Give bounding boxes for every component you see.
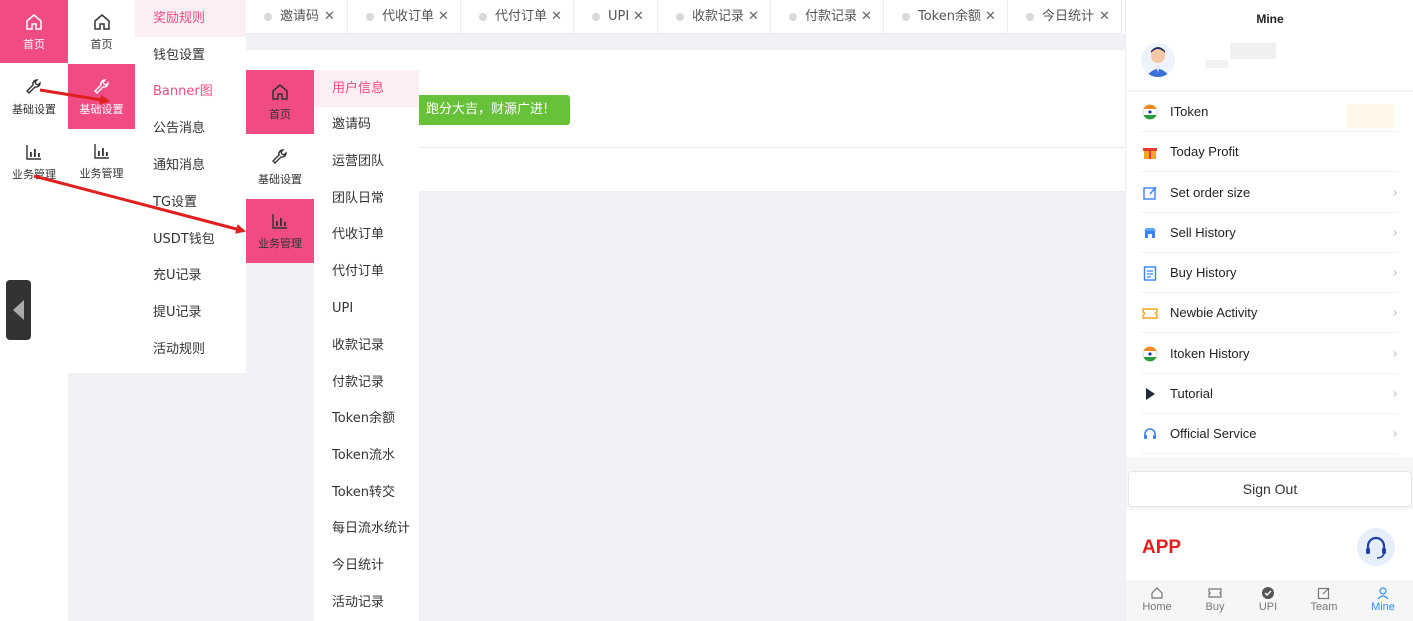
menu-label: Official Service [1170, 426, 1257, 441]
chevron-right-icon: › [1392, 345, 1398, 362]
menu-row-tutorial[interactable]: Tutorial › [1142, 374, 1398, 414]
nav-mine[interactable]: Mine [1363, 586, 1403, 613]
chevron-right-icon: › [1392, 425, 1398, 442]
chevron-right-icon: › [1392, 184, 1398, 201]
avatar[interactable] [1141, 43, 1175, 77]
sign-out-label: Sign Out [1242, 481, 1298, 497]
menu-label: IToken [1170, 104, 1209, 119]
blurred-id [1206, 60, 1228, 68]
headset-icon [1142, 426, 1158, 442]
edit-icon [1142, 185, 1158, 201]
nav-label: UPI [1258, 601, 1278, 613]
chevron-right-icon: › [1392, 224, 1398, 241]
store-icon [1142, 225, 1158, 241]
nav-label: Home [1142, 601, 1172, 613]
menu-row-itoken-history[interactable]: Itoken History › [1142, 334, 1398, 374]
app-banner: APP [1126, 510, 1413, 580]
nav-home[interactable]: Home [1137, 586, 1177, 613]
user-icon [1377, 587, 1389, 600]
ticket-icon [1142, 305, 1158, 321]
nav-upi[interactable]: UPI [1248, 586, 1288, 613]
arrow-to-basic-settings [39, 88, 110, 105]
mobile-preview: Mine IToken Today Profit Set order size … [1125, 0, 1413, 621]
chevron-right-icon: › [1392, 385, 1398, 402]
chevron-right-icon: › [1392, 304, 1398, 321]
user-avatar-icon [1146, 47, 1170, 77]
clipboard-icon [1142, 265, 1158, 281]
menu-label: Sell History [1170, 225, 1236, 240]
phone-title: Mine [1256, 12, 1284, 26]
menu-row-official-service[interactable]: Official Service › [1142, 414, 1398, 454]
headset-icon [1366, 536, 1386, 559]
chevron-right-icon: › [1392, 264, 1398, 281]
menu-row-set-order-size[interactable]: Set order size › [1142, 173, 1398, 213]
edit-icon [1317, 587, 1330, 600]
menu-row-newbie-activity[interactable]: Newbie Activity › [1142, 293, 1398, 333]
app-label[interactable]: APP [1142, 537, 1181, 559]
menu-label: Tutorial [1170, 386, 1213, 401]
phone-header: Mine [1126, 0, 1413, 90]
ticket-icon [1208, 588, 1222, 598]
home-icon [1151, 587, 1163, 599]
arrow-to-business [33, 174, 246, 234]
menu-label: Set order size [1170, 185, 1251, 200]
menu-row-sell-history[interactable]: Sell History › [1142, 213, 1398, 253]
play-icon [1142, 386, 1158, 402]
menu-row-today-profit[interactable]: Today Profit [1142, 132, 1398, 172]
check-circle-icon [1262, 587, 1274, 599]
menu-label: Buy History [1170, 265, 1237, 280]
customer-service-button[interactable] [1357, 528, 1395, 566]
blurred-username [1230, 43, 1276, 59]
menu-label: Today Profit [1170, 144, 1239, 159]
menu-row-itoken[interactable]: IToken [1142, 92, 1398, 132]
india-flag-icon [1142, 104, 1158, 120]
sign-out-button[interactable]: Sign Out [1128, 471, 1412, 507]
menu-card: IToken Today Profit Set order size › Sel… [1126, 92, 1413, 457]
nav-label: Buy [1205, 601, 1225, 613]
nav-buy[interactable]: Buy [1195, 586, 1235, 613]
nav-label: Mine [1371, 601, 1395, 613]
menu-row-buy-history[interactable]: Buy History › [1142, 253, 1398, 293]
menu-label: Itoken History [1170, 346, 1250, 361]
nav-label: Team [1310, 601, 1338, 613]
menu-label: Newbie Activity [1170, 305, 1258, 320]
nav-team[interactable]: Team [1304, 586, 1344, 613]
gift-icon [1142, 144, 1158, 160]
india-flag-icon [1142, 346, 1158, 362]
